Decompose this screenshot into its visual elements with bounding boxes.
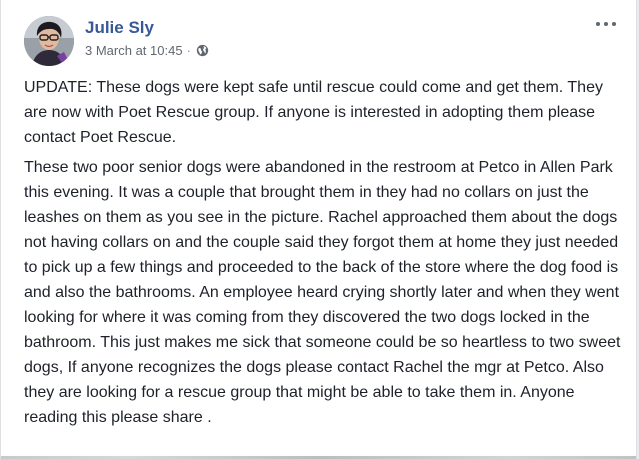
meta-separator: · (186, 43, 191, 58)
globe-icon[interactable] (196, 44, 209, 57)
post-meta: 3 March at 10:45 · (85, 43, 209, 58)
post-text: UPDATE: These dogs were kept safe until … (24, 75, 624, 430)
more-options-icon[interactable] (596, 17, 618, 31)
post-paragraph-story: These two poor senior dogs were abandone… (24, 159, 621, 426)
post-paragraph-update: UPDATE: These dogs were kept safe until … (24, 79, 603, 146)
post-timestamp[interactable]: 3 March at 10:45 (85, 43, 183, 58)
author-avatar[interactable] (24, 16, 74, 66)
avatar-image (24, 16, 74, 66)
author-name[interactable]: Julie Sly (85, 18, 154, 38)
post-card: Julie Sly 3 March at 10:45 · UPDATE: The… (0, 0, 637, 459)
